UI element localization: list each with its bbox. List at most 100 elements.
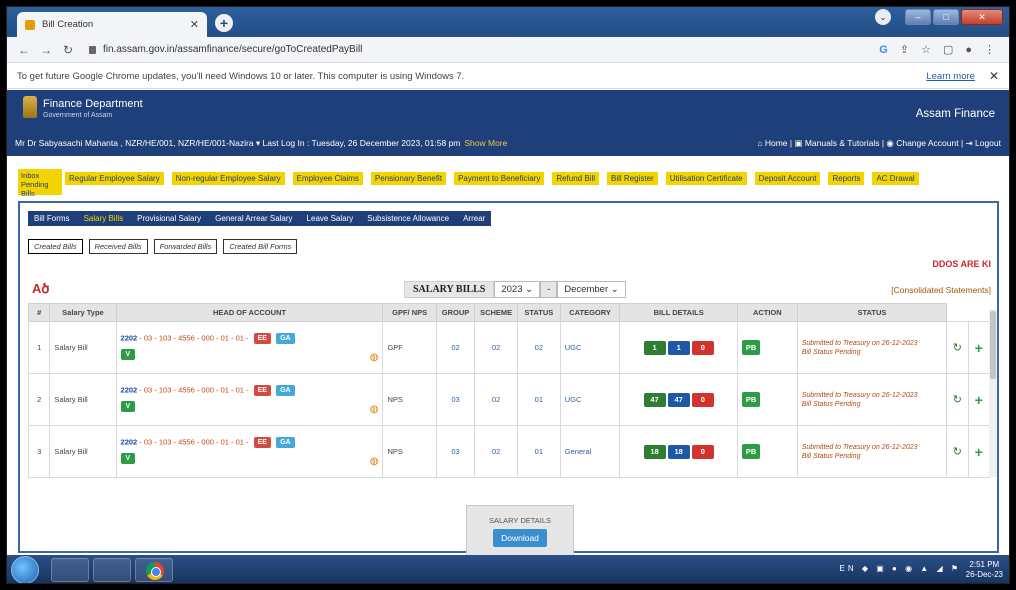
sidepanel-icon[interactable]: ▢	[943, 43, 953, 56]
clock[interactable]: 2:51 PM 26-Dec-23	[966, 560, 1003, 580]
translate-icon[interactable]: Aծ	[32, 281, 49, 297]
bill-count-green[interactable]: 47	[643, 392, 666, 407]
filter-button[interactable]: Forwarded Bills	[153, 239, 218, 254]
tab-bill-creation[interactable]: Bill Creation ✕	[17, 12, 207, 37]
salary-subnav: Bill Forms Salary Bills Provisional Salary…	[28, 211, 492, 226]
taskbar-chrome[interactable]	[135, 558, 173, 582]
tab-search-icon[interactable]: ⌄	[875, 9, 891, 25]
google-icon[interactable]: G	[879, 44, 888, 56]
learn-more-link[interactable]: Learn more	[926, 71, 975, 82]
content-panel: Bill Forms Salary Bills Provisional Salary…	[18, 201, 999, 557]
pb-button[interactable]: PB	[741, 340, 761, 355]
refresh-cell: ↻	[946, 373, 969, 426]
maximize-button[interactable]: □	[933, 9, 959, 25]
add-icon[interactable]: +	[975, 392, 983, 408]
month-value: December	[564, 284, 609, 295]
ga-badge[interactable]: GA	[276, 436, 295, 448]
subnav-item[interactable]: Subsistence Allowance	[367, 214, 449, 223]
show-more-link[interactable]: Show More	[464, 138, 507, 148]
inbox-pending-box[interactable]: Inbox Pending Bills	[18, 169, 62, 198]
hoa-text: 2202 - 03 - 103 - 4556 - 000 - 01 - 01 -	[121, 385, 249, 394]
ga-badge[interactable]: GA	[276, 332, 295, 344]
close-infobar-icon[interactable]: ✕	[989, 69, 999, 83]
document-icon[interactable]: ◍	[370, 352, 379, 363]
ee-badge[interactable]: EE	[253, 436, 271, 448]
filter-button[interactable]: Created Bills	[28, 239, 83, 254]
bill-count-blue[interactable]: 47	[667, 392, 690, 407]
menu-item[interactable]: Pensionary Benefit	[370, 172, 447, 185]
pending-bills-link[interactable]: Pending Bills	[21, 180, 59, 198]
filter-button[interactable]: Created Bill Forms	[223, 239, 298, 254]
year-select[interactable]: 2023 ⌄	[494, 281, 541, 298]
back-icon[interactable]: ←	[15, 43, 33, 57]
bill-count-red[interactable]: 0	[691, 444, 714, 459]
minimize-button[interactable]: –	[905, 9, 931, 25]
bill-count-blue[interactable]: 1	[667, 340, 690, 355]
menu-item[interactable]: Utilisation Certificate	[665, 172, 747, 185]
scrollbar-thumb[interactable]	[990, 311, 996, 379]
bill-count-green[interactable]: 1	[643, 340, 666, 355]
menu-item[interactable]: Non-regular Employee Salary	[171, 172, 285, 185]
bill-count-red[interactable]: 0	[691, 340, 714, 355]
column-header: CATEGORY	[559, 303, 621, 322]
close-window-button[interactable]: ✕	[961, 9, 1003, 25]
user-links[interactable]: ⌂ Home | ▣ Manuals & Tutorials | ◉ Chang…	[757, 138, 1001, 149]
ga-badge[interactable]: GA	[276, 384, 295, 396]
menu-dots-icon[interactable]: ⋮	[984, 43, 995, 56]
toolbar-actions: G ⇪ ☆ ▢ ● ⋮	[879, 43, 1001, 57]
ee-badge[interactable]: EE	[253, 384, 271, 396]
taskbar-app-1[interactable]	[51, 558, 89, 582]
pb-button[interactable]: PB	[741, 392, 761, 407]
add-icon[interactable]: +	[975, 444, 983, 460]
subnav-item[interactable]: Leave Salary	[307, 214, 354, 223]
menu-item[interactable]: AC Drawal	[872, 172, 919, 185]
status-cell: Submitted to Treasury on 26-12-2023 Bill…	[796, 425, 948, 478]
subnav-item[interactable]: Provisional Salary	[137, 214, 201, 223]
document-icon[interactable]: ◍	[370, 456, 379, 467]
menu-item[interactable]: Reports	[828, 172, 865, 185]
profile-icon[interactable]: ●	[965, 44, 972, 56]
document-icon[interactable]: ◍	[370, 404, 379, 415]
download-button[interactable]: Download	[493, 529, 547, 547]
new-tab-button[interactable]: +	[215, 14, 233, 32]
menu-item[interactable]: Employee Claims	[292, 172, 363, 185]
subnav-item[interactable]: General Arrear Salary	[215, 214, 292, 223]
v-badge[interactable]: V	[120, 452, 136, 464]
month-select[interactable]: December ⌄	[557, 281, 626, 298]
refresh-icon[interactable]: ↻	[953, 446, 962, 458]
add-icon[interactable]: +	[975, 340, 983, 356]
refresh-icon[interactable]: ↻	[953, 394, 962, 406]
address-bar[interactable]: fin.assam.gov.in/assamfinance/secure/goT…	[87, 40, 873, 60]
bookmark-star-icon[interactable]: ☆	[921, 43, 931, 56]
taskbar-app-2[interactable]	[93, 558, 131, 582]
subnav-item[interactable]: Salary Bills	[84, 214, 124, 223]
pb-button[interactable]: PB	[741, 444, 761, 459]
inbox-link[interactable]: Inbox	[21, 171, 59, 180]
menu-item[interactable]: Refund Bill	[552, 172, 600, 185]
v-badge[interactable]: V	[120, 400, 136, 412]
subnav-item[interactable]: Bill Forms	[34, 214, 70, 223]
lang-indicator[interactable]: EN	[840, 564, 857, 573]
ee-badge[interactable]: EE	[253, 332, 271, 344]
menu-item[interactable]: Bill Register	[607, 172, 658, 185]
dept-title: Finance Department	[43, 98, 143, 110]
menu-item[interactable]: Regular Employee Salary	[65, 172, 164, 185]
consolidated-statements-link[interactable]: [Consolidated Statements]	[891, 285, 991, 295]
bill-count-red[interactable]: 0	[691, 392, 714, 407]
close-tab-icon[interactable]: ✕	[190, 18, 199, 31]
bill-count-green[interactable]: 18	[643, 444, 666, 459]
filter-button[interactable]: Received Bills	[88, 239, 148, 254]
browser-toolbar: ← → ↻ fin.assam.gov.in/assamfinance/secu…	[7, 37, 1009, 63]
table-scrollbar[interactable]	[989, 309, 997, 477]
menu-item[interactable]: Deposit Account	[754, 172, 821, 185]
reload-icon[interactable]: ↻	[59, 43, 77, 57]
start-button[interactable]	[11, 556, 39, 583]
select-separator: -	[540, 281, 558, 298]
bill-count-blue[interactable]: 18	[667, 444, 690, 459]
refresh-icon[interactable]: ↻	[953, 342, 962, 354]
forward-icon[interactable]: →	[37, 43, 55, 57]
subnav-item[interactable]: Arrear	[463, 214, 485, 223]
share-icon[interactable]: ⇪	[900, 43, 909, 56]
v-badge[interactable]: V	[120, 348, 136, 360]
menu-item[interactable]: Payment to Beneficiary	[454, 172, 545, 185]
